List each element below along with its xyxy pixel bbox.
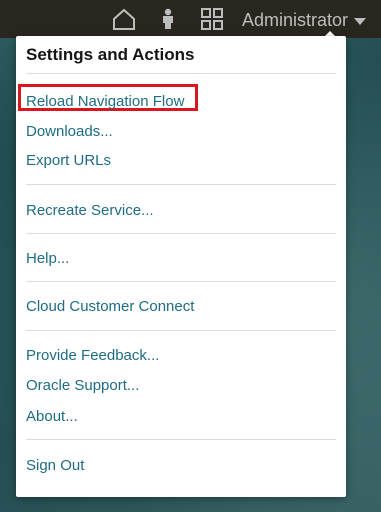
menu-item-export-urls[interactable]: Export URLs <box>26 152 111 169</box>
menu-item-oracle-support[interactable]: Oracle Support... <box>26 377 139 394</box>
menu-divider <box>26 330 336 331</box>
menu-item-provide-feedback[interactable]: Provide Feedback... <box>26 347 159 364</box>
user-menu-button[interactable]: Administrator <box>242 9 367 31</box>
person-icon[interactable] <box>160 8 176 35</box>
grid-icon[interactable] <box>201 8 223 35</box>
settings-actions-menu: Settings and Actions Reload Navigation F… <box>16 36 346 497</box>
menu-item-help[interactable]: Help... <box>26 250 69 267</box>
menu-item-cloud-customer-connect[interactable]: Cloud Customer Connect <box>26 298 194 315</box>
menu-title: Settings and Actions <box>26 45 195 64</box>
user-name-label: Administrator <box>242 10 349 30</box>
menu-divider <box>26 73 336 74</box>
chevron-down-icon <box>354 17 367 25</box>
menu-item-sign-out[interactable]: Sign Out <box>26 457 84 474</box>
home-icon[interactable] <box>112 8 136 35</box>
menu-divider <box>26 281 336 282</box>
menu-item-reload-navigation-flow[interactable]: Reload Navigation Flow <box>26 93 184 110</box>
menu-divider <box>26 184 336 185</box>
menu-item-about[interactable]: About... <box>26 408 78 425</box>
menu-divider <box>26 439 336 440</box>
menu-divider <box>26 233 336 234</box>
menu-item-recreate-service[interactable]: Recreate Service... <box>26 202 154 219</box>
menu-item-downloads[interactable]: Downloads... <box>26 123 113 140</box>
